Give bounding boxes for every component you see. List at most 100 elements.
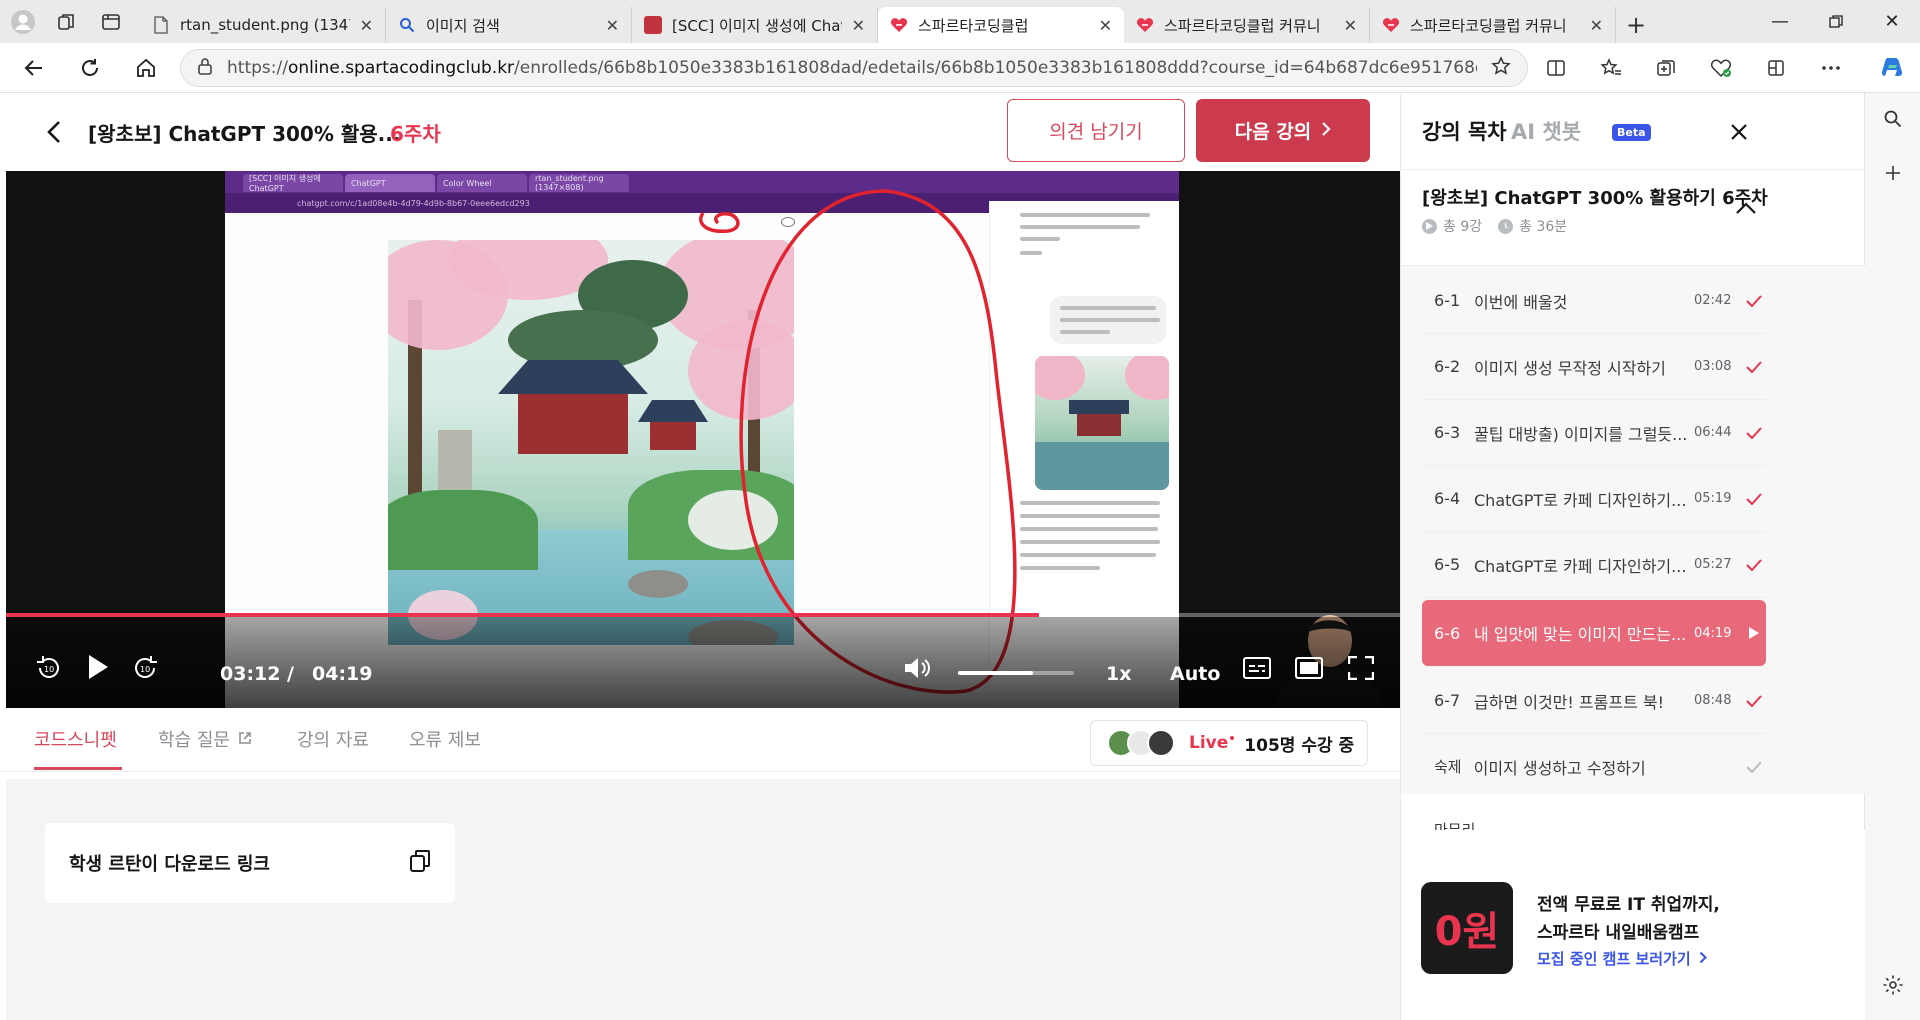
url-field[interactable]: https://online.spartacodingclub.kr/enrol… bbox=[180, 49, 1528, 87]
homework-item[interactable]: 숙제 이미지 생성하고 수정하기 bbox=[1422, 734, 1766, 800]
browser-tab-active[interactable]: 스파르타코딩클럽 ✕ bbox=[878, 7, 1124, 43]
close-icon[interactable]: ✕ bbox=[852, 16, 865, 35]
close-icon[interactable]: ✕ bbox=[360, 16, 373, 35]
tab-table-of-contents[interactable]: 강의 목차 bbox=[1422, 116, 1507, 146]
collections-icon[interactable] bbox=[1638, 48, 1693, 88]
copilot-icon[interactable] bbox=[1868, 48, 1916, 88]
lesson-title: 이미지 생성하고 수정하기 bbox=[1473, 758, 1646, 778]
fullscreen-icon[interactable] bbox=[1344, 653, 1378, 683]
external-link-icon bbox=[238, 729, 252, 750]
total-time: 총 36분 bbox=[1519, 219, 1568, 235]
sidebar-search-icon[interactable] bbox=[1865, 99, 1920, 139]
check-icon bbox=[1742, 360, 1766, 373]
back-chevron-icon[interactable] bbox=[36, 114, 72, 150]
favorite-star-icon[interactable] bbox=[1491, 55, 1511, 81]
browser-essentials-icon[interactable] bbox=[1693, 48, 1748, 88]
browser-tab[interactable]: rtan_student.png (1347×8 ✕ bbox=[140, 7, 386, 43]
close-icon[interactable]: ✕ bbox=[1099, 16, 1112, 35]
close-icon[interactable]: ✕ bbox=[606, 16, 619, 35]
duration: 04:19 bbox=[312, 663, 373, 685]
lesson-number: 6-6 bbox=[1434, 623, 1461, 643]
lesson-title: 급하면 이것만! 프롬프트 북! bbox=[1474, 692, 1665, 712]
leave-opinion-button[interactable]: 의견 남기기 bbox=[1007, 99, 1185, 162]
lesson-item[interactable]: 6-7 급하면 이것만! 프롬프트 북! 08:48 bbox=[1422, 668, 1766, 734]
lesson-item-current[interactable]: 6-6 내 입맛에 맞는 이미지 만드는... 04:19 bbox=[1422, 600, 1766, 666]
promo-link[interactable]: 모집 중인 캠프 보러가기 bbox=[1537, 948, 1707, 969]
sidebar-add-icon[interactable] bbox=[1865, 153, 1920, 193]
video-progress-fill bbox=[6, 613, 1039, 617]
chevron-up-icon[interactable] bbox=[1735, 200, 1759, 224]
tab-ai-chatbot[interactable]: AI 챗봇 bbox=[1511, 116, 1581, 146]
minimize-icon[interactable]: — bbox=[1752, 0, 1808, 43]
split-screen-icon[interactable] bbox=[1528, 48, 1583, 88]
tab-learning-question[interactable]: 학습 질문 bbox=[158, 726, 252, 752]
lecture-page: [왕초보] ChatGPT 300% 활용... 6주차 의견 남기기 다음 강… bbox=[0, 94, 1865, 1020]
browser-tab[interactable]: [SCC] 이미지 생성에 Chat ✕ bbox=[632, 7, 878, 43]
next-lecture-button[interactable]: 다음 강의 bbox=[1196, 99, 1370, 162]
browser-tab[interactable]: 스파르타코딩클럽 커뮤니 ✕ bbox=[1124, 7, 1370, 43]
profile-avatar[interactable] bbox=[10, 9, 36, 35]
browser-tab[interactable]: 이미지 검색 ✕ bbox=[386, 7, 632, 43]
tab-actions-icon[interactable] bbox=[98, 9, 124, 35]
promo-badge: 0원 bbox=[1421, 882, 1513, 974]
close-icon[interactable]: ✕ bbox=[1590, 16, 1603, 35]
play-icon[interactable] bbox=[80, 649, 116, 685]
back-arrow-icon[interactable] bbox=[6, 48, 62, 88]
lesson-number: 숙제 bbox=[1434, 758, 1462, 776]
video-player[interactable]: [SCC] 이미지 생성에 ChatGPT ChatGPT Color Whee… bbox=[6, 171, 1400, 708]
tab-code-snippet[interactable]: 코드스니펫 bbox=[34, 726, 117, 752]
window-close-icon[interactable]: ✕ bbox=[1864, 0, 1920, 43]
more-menu-icon[interactable] bbox=[1803, 48, 1858, 88]
tab-lecture-materials[interactable]: 강의 자료 bbox=[297, 726, 369, 752]
live-dot bbox=[1230, 736, 1235, 740]
url-path: /enrolleds/66b8b1050e3383b161808dad/edet… bbox=[514, 58, 1477, 78]
sidebar-header: 강의 목차 AI 챗봇 Beta bbox=[1401, 94, 1865, 170]
tab-error-report[interactable]: 오류 제보 bbox=[409, 726, 481, 752]
rewind-10-icon[interactable]: 10 bbox=[32, 651, 66, 685]
edge-sidebar bbox=[1864, 93, 1920, 1020]
lesson-item[interactable]: 6-4 ChatGPT로 카페 디자인하기... 05:19 bbox=[1422, 466, 1766, 532]
favorites-icon[interactable] bbox=[1583, 48, 1638, 88]
quality-setting[interactable]: Auto bbox=[1170, 663, 1220, 685]
close-icon[interactable]: ✕ bbox=[1344, 16, 1357, 35]
promo-link-text: 모집 중인 캠프 보러가기 bbox=[1537, 950, 1691, 968]
lesson-item[interactable]: 6-1 이번에 배울것 02:42 bbox=[1422, 268, 1766, 334]
copy-icon[interactable] bbox=[409, 849, 431, 877]
time-separator: / bbox=[287, 663, 294, 685]
video-progress-bar[interactable] bbox=[6, 613, 1400, 617]
subtitles-icon[interactable] bbox=[1240, 653, 1274, 683]
book-icon bbox=[644, 16, 662, 34]
live-label: Live bbox=[1189, 733, 1229, 753]
sidebar-settings-icon[interactable] bbox=[1865, 965, 1920, 1005]
lesson-number: 6-5 bbox=[1434, 555, 1461, 574]
live-viewers-badge: Live 105명 수강 중 bbox=[1090, 720, 1368, 766]
url-host: online.spartacodingclub.kr bbox=[287, 58, 515, 78]
image-file-icon bbox=[152, 16, 170, 34]
lesson-title: ChatGPT로 카페 디자인하기... bbox=[1474, 556, 1687, 576]
refresh-icon[interactable] bbox=[62, 48, 118, 88]
volume-slider[interactable] bbox=[958, 671, 1074, 675]
lesson-title: 이번에 배울것 bbox=[1474, 292, 1568, 312]
lock-icon[interactable] bbox=[197, 57, 213, 80]
lesson-title: 내 입맛에 맞는 이미지 만드는... bbox=[1474, 625, 1687, 644]
close-panel-icon[interactable] bbox=[1725, 118, 1753, 146]
forward-10-icon[interactable]: 10 bbox=[128, 651, 162, 685]
extensions-icon[interactable] bbox=[1748, 48, 1803, 88]
lesson-time: 03:08 bbox=[1694, 359, 1732, 374]
theater-mode-icon[interactable] bbox=[1292, 653, 1326, 683]
check-icon bbox=[1742, 426, 1766, 439]
volume-icon[interactable] bbox=[900, 651, 934, 685]
home-icon[interactable] bbox=[118, 48, 174, 88]
lesson-item[interactable]: 6-3 꿀팁 대방출) 이미지를 그럴듯... 06:44 bbox=[1422, 400, 1766, 466]
promo-banner[interactable]: 0원 전액 무료로 IT 취업까지, 스파르타 내일배움캠프 모집 중인 캠프 … bbox=[1401, 830, 1865, 1020]
restore-icon[interactable] bbox=[1808, 0, 1864, 43]
workspaces-icon[interactable] bbox=[54, 9, 80, 35]
new-tab-button[interactable]: + bbox=[1616, 7, 1656, 43]
lesson-item[interactable]: 6-2 이미지 생성 무작정 시작하기 03:08 bbox=[1422, 334, 1766, 400]
snippet-card[interactable]: 학생 르탄이 다운로드 링크 bbox=[45, 823, 455, 903]
playback-speed[interactable]: 1x bbox=[1106, 663, 1131, 685]
sparta-heart-icon bbox=[1136, 16, 1154, 34]
browser-tab[interactable]: 스파르타코딩클럽 커뮤니 ✕ bbox=[1370, 7, 1616, 43]
check-icon bbox=[1742, 294, 1766, 307]
lesson-item[interactable]: 6-5 ChatGPT로 카페 디자인하기... 05:27 bbox=[1422, 532, 1766, 598]
